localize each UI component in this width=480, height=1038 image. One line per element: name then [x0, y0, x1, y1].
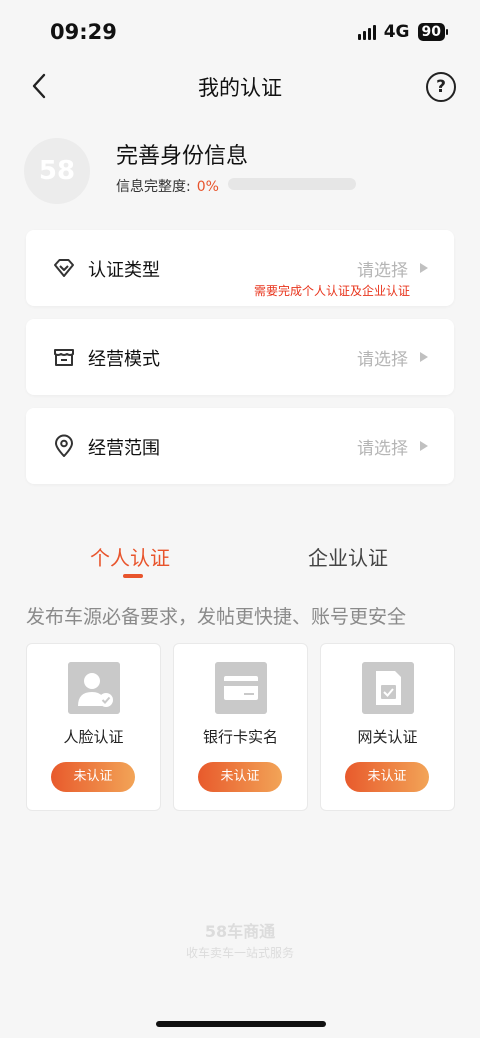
status-time: 09:29 — [50, 20, 117, 44]
signal-icon — [357, 24, 376, 40]
card-label: 经营模式 — [88, 349, 160, 370]
progress-label-text: 信息完整度: — [116, 179, 191, 195]
question-circle-icon: ? — [436, 77, 446, 97]
gateway-certification-item[interactable]: 网关认证 未认证 — [320, 643, 455, 811]
cert-status-button[interactable]: 未认证 — [198, 762, 282, 792]
card-label: 认证类型 — [88, 260, 160, 281]
network-type: 4G — [383, 22, 410, 42]
card-select-value[interactable]: 请选择 — [357, 256, 408, 281]
battery-cap — [446, 29, 448, 35]
cert-label: 人脸认证 — [63, 728, 124, 746]
caret-right-icon — [420, 352, 428, 362]
store-icon — [54, 349, 74, 366]
face-id-icon — [68, 662, 120, 714]
bank-card-certification-item[interactable]: 银行卡实名 未认证 — [173, 643, 308, 811]
face-certification-item[interactable]: 人脸认证 未认证 — [26, 643, 161, 811]
caret-right-icon — [420, 263, 428, 273]
cert-label: 网关认证 — [357, 728, 418, 746]
profile-title: 完善身份信息 — [116, 144, 249, 169]
progress-label: 信息完整度: 0% — [116, 176, 219, 196]
page-title: 我的认证 — [198, 76, 282, 100]
business-mode-card[interactable]: 经营模式 请选择 — [26, 319, 454, 395]
profile-section: 58 完善身份信息 信息完整度: 0% — [24, 138, 464, 208]
card-warning: 需要完成个人认证及企业认证 — [253, 284, 410, 298]
status-bar: 09:29 4G 90 — [0, 0, 480, 62]
battery-icon: 90 — [417, 23, 448, 41]
active-tab-indicator — [123, 574, 143, 578]
cert-label: 银行卡实名 — [202, 728, 278, 746]
footer-brand-logo: 58车商通 — [204, 922, 276, 941]
avatar[interactable]: 58 — [24, 138, 90, 204]
diamond-icon — [54, 259, 74, 277]
cert-status-button[interactable]: 未认证 — [345, 762, 429, 792]
nav-bar: 我的认证 ? — [0, 62, 480, 110]
caret-right-icon — [420, 441, 428, 451]
sim-card-icon — [362, 662, 414, 714]
card-select-value[interactable]: 请选择 — [357, 434, 408, 459]
progress-value: 0% — [196, 179, 219, 195]
tab-personal-certification[interactable]: 个人认证 — [90, 542, 170, 571]
bank-card-icon — [215, 662, 267, 714]
card-select-value[interactable]: 请选择 — [357, 345, 408, 370]
certification-type-card[interactable]: 认证类型 请选择 需要完成个人认证及企业认证 — [26, 230, 454, 306]
card-label: 经营范围 — [88, 438, 160, 459]
location-pin-icon — [55, 434, 73, 457]
business-scope-card[interactable]: 经营范围 请选择 — [26, 408, 454, 484]
footer-slogan: 收车卖车一站式服务 — [185, 946, 294, 960]
home-indicator — [156, 1021, 326, 1027]
status-indicators: 4G 90 — [357, 22, 448, 42]
tagline: 发布车源必备要求，发帖更快捷、账号更安全 — [26, 606, 407, 628]
progress-bar — [228, 178, 356, 190]
cert-status-button[interactable]: 未认证 — [51, 762, 135, 792]
tab-company-certification[interactable]: 企业认证 — [308, 542, 388, 571]
help-button[interactable]: ? — [426, 72, 456, 102]
battery-level: 90 — [417, 23, 445, 41]
